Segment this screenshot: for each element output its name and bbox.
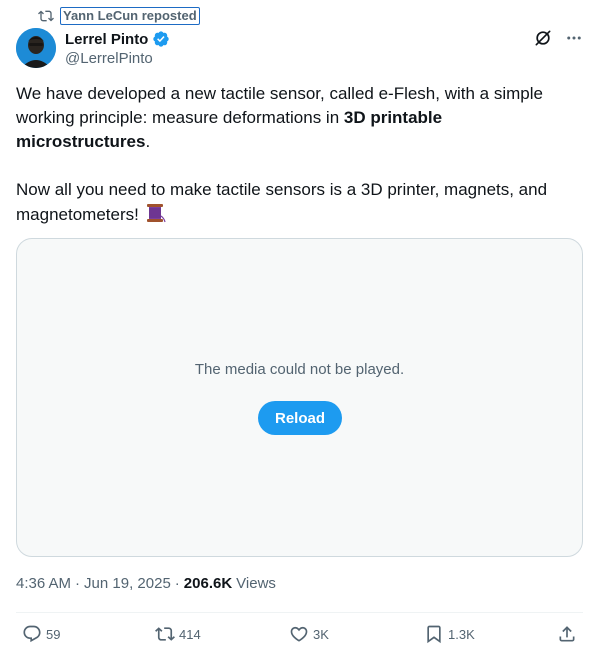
tweet-text-segment: Now all you need to make tactile sensors…: [16, 180, 548, 224]
bookmark-count: 1.3K: [448, 626, 475, 642]
share-button[interactable]: [557, 624, 577, 644]
more-options-icon[interactable]: [565, 29, 583, 47]
author-block: Lerrel Pinto @LerrelPinto: [65, 29, 170, 67]
tweet-text-segment: .: [145, 132, 151, 151]
grok-icon[interactable]: [533, 28, 553, 48]
repost-icon: [38, 8, 54, 24]
tweet-paragraph-2: Now all you need to make tactile sensors…: [16, 178, 576, 227]
reply-icon: [22, 624, 42, 644]
tweet-time[interactable]: 4:36 AM: [16, 575, 71, 592]
tweet-text-segment: We have developed a new tactile sensor, …: [16, 84, 543, 127]
reload-button[interactable]: Reload: [258, 401, 342, 435]
bookmark-button[interactable]: 1.3K: [424, 624, 475, 644]
tweet-meta: 4:36 AM · Jun 19, 2025 · 206.6K Views: [16, 575, 276, 592]
meta-separator: ·: [75, 575, 81, 592]
share-icon: [557, 624, 577, 644]
repost-button[interactable]: 414: [155, 624, 201, 644]
repost-indicator: Yann LeCun reposted: [38, 6, 200, 26]
like-button[interactable]: 3K: [289, 624, 329, 644]
spool-of-thread-icon: [144, 202, 166, 224]
repost-icon: [155, 624, 175, 644]
divider: [16, 612, 583, 613]
repost-label[interactable]: Yann LeCun reposted: [60, 7, 200, 25]
views-count: 206.6K: [183, 575, 233, 592]
verified-badge-icon: [152, 30, 170, 48]
top-actions: [533, 28, 583, 48]
action-bar: 59 414 3K 1.3K: [0, 622, 599, 650]
author-display-name[interactable]: Lerrel Pinto: [65, 31, 148, 48]
tweet-paragraph-1: We have developed a new tactile sensor, …: [16, 82, 576, 154]
like-count: 3K: [313, 626, 329, 642]
views-label: Views: [236, 575, 276, 592]
bookmark-icon: [424, 624, 444, 644]
meta-separator: ·: [174, 575, 180, 592]
author-handle[interactable]: @LerrelPinto: [65, 50, 170, 67]
media-player: The media could not be played. Reload: [16, 238, 583, 557]
repost-count: 414: [179, 626, 201, 642]
tweet-text: We have developed a new tactile sensor, …: [16, 82, 576, 227]
reply-button[interactable]: 59: [22, 624, 60, 644]
heart-icon: [289, 624, 309, 644]
reply-count: 59: [46, 626, 61, 642]
avatar[interactable]: [16, 28, 56, 68]
media-error-message: The media could not be played.: [194, 361, 405, 378]
tweet-date[interactable]: Jun 19, 2025: [84, 575, 171, 592]
